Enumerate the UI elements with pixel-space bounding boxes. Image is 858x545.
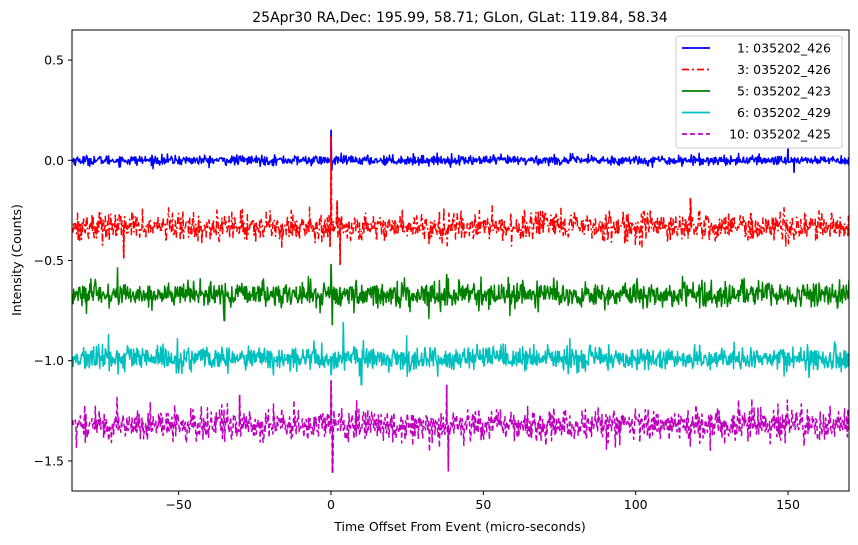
x-tick-label: 0 <box>327 497 335 512</box>
y-axis: 0.5 0.0 −0.5 −1.0 −1.5 <box>34 53 72 468</box>
series-layer <box>72 129 849 474</box>
chart-title: 25Apr30 RA,Dec: 195.99, 58.71; GLon, GLa… <box>252 10 668 26</box>
legend-label: 1: 035202_426 <box>737 41 831 56</box>
series-line <box>72 263 849 326</box>
series-line <box>72 380 849 474</box>
x-tick-label: 100 <box>624 497 648 512</box>
legend-label: 6: 035202_429 <box>737 105 831 120</box>
series-line <box>72 135 849 266</box>
legend-label: 5: 035202_423 <box>737 84 831 99</box>
x-axis: −50 0 50 100 150 <box>165 491 800 512</box>
legend-label: 10: 035202_425 <box>729 127 831 142</box>
y-tick-label: 0.5 <box>44 53 64 68</box>
y-tick-label: −0.5 <box>34 253 64 268</box>
x-tick-label: 150 <box>776 497 800 512</box>
y-tick-label: 0.0 <box>44 153 64 168</box>
legend-label: 3: 035202_426 <box>737 62 831 77</box>
x-tick-label: −50 <box>165 497 191 512</box>
x-tick-label: 50 <box>475 497 491 512</box>
x-axis-label: Time Offset From Event (micro-seconds) <box>333 519 585 534</box>
series-line <box>72 321 849 386</box>
y-tick-label: −1.0 <box>34 353 64 368</box>
chart: 25Apr30 RA,Dec: 195.99, 58.71; GLon, GLa… <box>9 10 850 534</box>
y-tick-label: −1.5 <box>34 453 64 468</box>
legend: 1: 035202_426 3: 035202_426 5: 035202_423 6… <box>675 35 843 149</box>
y-axis-label: Intensity (Counts) <box>9 204 24 316</box>
